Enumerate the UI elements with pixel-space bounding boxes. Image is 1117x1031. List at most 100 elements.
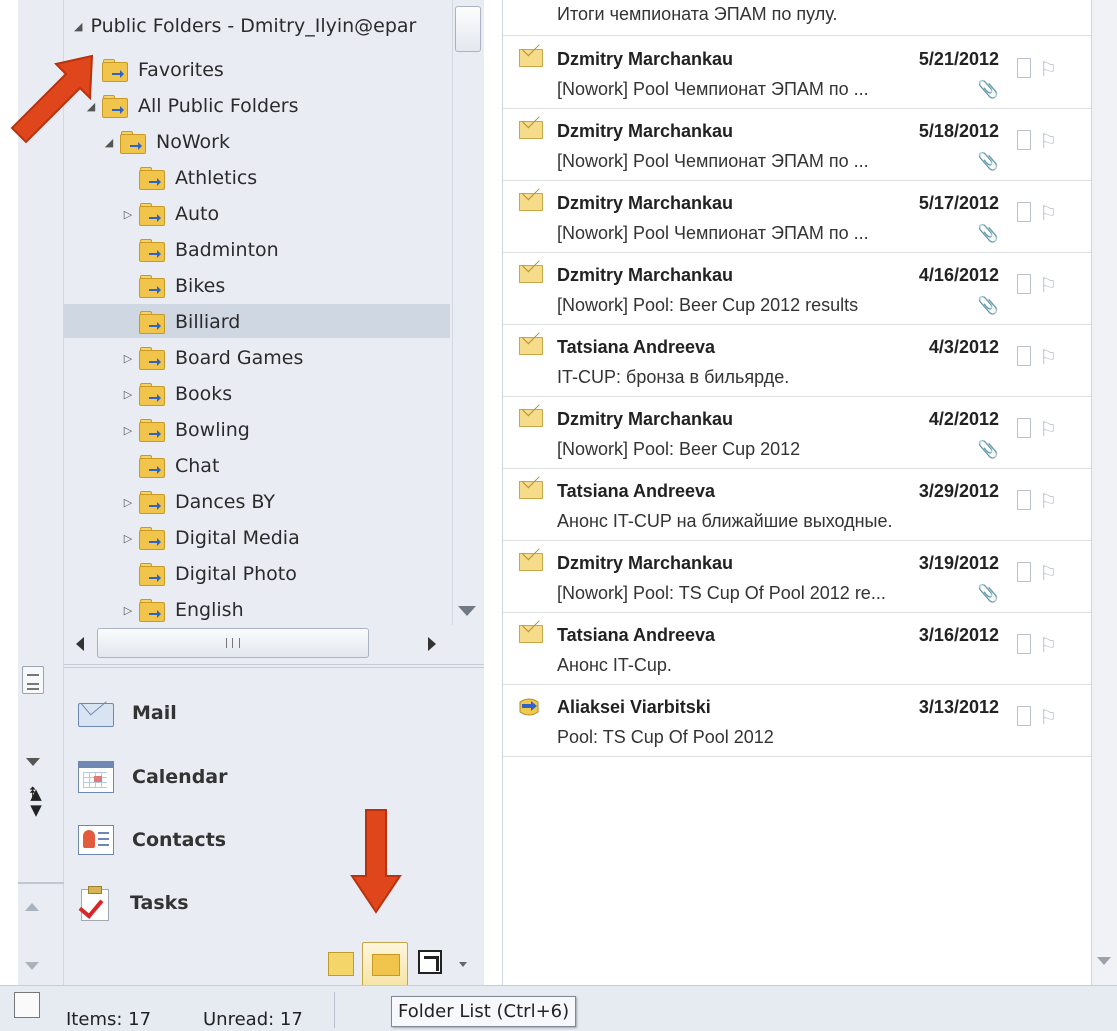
message-sender: Tatsiana Andreeva <box>557 481 716 501</box>
folder-tree-vertical-scrollbar[interactable] <box>452 0 484 625</box>
nav-contacts-label: Contacts <box>132 829 227 851</box>
attachment-icon: 📎 <box>977 224 999 244</box>
expand-arrow-icon[interactable]: ▷ <box>121 496 135 509</box>
flag-icon[interactable]: ⚐ <box>1039 345 1057 369</box>
expand-icon[interactable]: ▲ ▼ <box>28 786 44 826</box>
nav-tasks-button[interactable]: Tasks <box>78 880 189 926</box>
folder-label: Dances BY <box>175 491 275 513</box>
configure-dropdown-icon[interactable] <box>459 962 467 967</box>
expand-arrow-icon[interactable]: ◢ <box>102 136 116 149</box>
message-row[interactable]: Dzmitry Marchankau 3/19/2012 [Nowork] Pool… <box>503 540 1091 613</box>
expand-arrow-icon[interactable]: ▷ <box>121 532 135 545</box>
category-icon[interactable] <box>1017 634 1031 654</box>
scroll-right-arrow-icon[interactable] <box>428 637 436 651</box>
horizontal-scroll-thumb[interactable] <box>97 628 369 658</box>
flag-icon[interactable]: ⚐ <box>1039 201 1057 225</box>
folder-node-nowork[interactable]: ◢ NoWork <box>102 125 230 159</box>
flag-icon[interactable]: ⚐ <box>1039 273 1057 297</box>
message-row[interactable]: Tatsiana Andreeva 3/29/2012 Анонс IT-CUP … <box>503 468 1091 541</box>
category-icon[interactable] <box>1017 274 1031 294</box>
flag-icon[interactable]: ⚐ <box>1039 705 1057 729</box>
flag-icon[interactable]: ⚐ <box>1039 633 1057 657</box>
message-date: 4/3/2012 <box>928 337 999 357</box>
message-row[interactable]: Tatsiana Andreeva 4/3/2012 IT-CUP: бронза … <box>503 324 1091 397</box>
category-icon[interactable] <box>1017 58 1031 78</box>
category-icon[interactable] <box>1017 130 1031 150</box>
category-icon[interactable] <box>1017 706 1031 726</box>
folder-node-bowling[interactable]: ▷ Bowling <box>121 413 250 447</box>
folder-node-board-games[interactable]: ▷ Board Games <box>121 341 303 375</box>
folder-list-button[interactable] <box>362 942 408 986</box>
flag-icon[interactable]: ⚐ <box>1039 129 1057 153</box>
list-view-icon[interactable] <box>22 666 44 694</box>
category-icon[interactable] <box>1017 346 1031 366</box>
shortcuts-button[interactable] <box>418 950 442 974</box>
nav-calendar-button[interactable]: Calendar <box>78 754 227 800</box>
public-folder-icon <box>102 59 128 82</box>
folder-node-athletics[interactable]: Athletics <box>121 161 257 195</box>
folder-label: Chat <box>175 455 220 477</box>
message-row[interactable]: Dzmitry Marchankau 4/16/2012 [Nowork] Pool… <box>503 252 1091 325</box>
message-subject: Анонс IT-CUP на ближайшие выходные. <box>557 511 893 531</box>
expand-arrow-icon[interactable]: ▷ <box>121 604 135 617</box>
expand-arrow-icon[interactable]: ▷ <box>121 208 135 221</box>
folder-node-books[interactable]: ▷ Books <box>121 377 232 411</box>
pane-splitter[interactable] <box>64 664 484 668</box>
public-folder-icon <box>139 491 165 514</box>
status-zoom-icon[interactable] <box>14 992 40 1018</box>
expand-arrow-icon[interactable]: ◢ <box>74 20 82 33</box>
folder-node-favorites[interactable]: Favorites <box>84 53 224 87</box>
nav-mail-label: Mail <box>132 702 177 724</box>
message-row[interactable]: Tatsiana Andreeva 3/16/2012 Анонс IT-Cup. ⚐ <box>503 612 1091 685</box>
scroll-down-icon[interactable] <box>25 962 39 970</box>
notes-button[interactable] <box>328 952 354 976</box>
message-row[interactable]: Dzmitry Marchankau 5/21/2012 [Nowork] Pool… <box>503 36 1091 109</box>
folder-label: Bowling <box>175 419 250 441</box>
category-icon[interactable] <box>1017 418 1031 438</box>
category-icon[interactable] <box>1017 202 1031 222</box>
message-row[interactable]: Aliaksei Viarbitski 3/13/2012 Pool: TS Cup… <box>503 684 1091 757</box>
scroll-up-icon[interactable] <box>25 903 39 911</box>
message-row[interactable]: Dzmitry Marchankau 5/18/2012 [Nowork] Pool… <box>503 108 1091 181</box>
nav-contacts-button[interactable]: Contacts <box>78 817 226 863</box>
expand-arrow-icon[interactable]: ▷ <box>121 352 135 365</box>
category-icon[interactable] <box>1017 490 1031 510</box>
scroll-down-arrow-icon[interactable] <box>1097 957 1111 965</box>
partial-message-subject[interactable]: Итоги чемпионата ЭПАМ по пулу. <box>557 4 838 25</box>
expand-arrow-icon[interactable]: ▷ <box>121 424 135 437</box>
vertical-scroll-thumb[interactable] <box>455 6 481 52</box>
reading-pane-scrollbar[interactable] <box>1092 0 1117 985</box>
attachment-icon: 📎 <box>977 152 999 172</box>
folder-label: Digital Media <box>175 527 300 549</box>
message-row[interactable]: Dzmitry Marchankau 5/17/2012 [Nowork] Pool… <box>503 180 1091 253</box>
message-date: 5/17/2012 <box>918 193 999 213</box>
folder-node-digital-media[interactable]: ▷ Digital Media <box>121 521 300 555</box>
scroll-left-arrow-icon[interactable] <box>76 637 84 651</box>
message-row[interactable]: Dzmitry Marchankau 4/2/2012 [Nowork] Pool:… <box>503 396 1091 469</box>
folder-node-billiard[interactable]: Billiard <box>121 305 240 339</box>
folder-tree-root[interactable]: ◢ Public Folders - Dmitry_Ilyin@epar <box>74 9 416 43</box>
flag-icon[interactable]: ⚐ <box>1039 417 1057 441</box>
configure-buttons-icon[interactable] <box>26 758 40 766</box>
folder-node-all-public-folders[interactable]: ◢ All Public Folders <box>84 89 298 123</box>
folder-label: Board Games <box>175 347 304 369</box>
folder-node-badminton[interactable]: Badminton <box>121 233 279 267</box>
envelope-icon <box>519 121 543 139</box>
category-icon[interactable] <box>1017 562 1031 582</box>
nav-mail-button[interactable]: Mail <box>78 690 177 736</box>
expand-arrow-icon[interactable]: ▷ <box>121 388 135 401</box>
folder-node-bikes[interactable]: Bikes <box>121 269 225 303</box>
folder-node-english[interactable]: ▷ English <box>121 593 244 625</box>
folder-node-dances-by[interactable]: ▷ Dances BY <box>121 485 275 519</box>
public-folder-icon <box>139 419 165 442</box>
folder-node-chat[interactable]: Chat <box>121 449 219 483</box>
scroll-down-arrow-icon[interactable] <box>458 606 476 616</box>
flag-icon[interactable]: ⚐ <box>1039 561 1057 585</box>
folder-node-digital-photo[interactable]: Digital Photo <box>121 557 297 591</box>
message-sender: Dzmitry Marchankau <box>557 553 734 573</box>
message-sender: Dzmitry Marchankau <box>557 409 734 429</box>
flag-icon[interactable]: ⚐ <box>1039 57 1057 81</box>
attachment-icon: 📎 <box>977 440 999 460</box>
flag-icon[interactable]: ⚐ <box>1039 489 1057 513</box>
folder-node-auto[interactable]: ▷ Auto <box>121 197 219 231</box>
